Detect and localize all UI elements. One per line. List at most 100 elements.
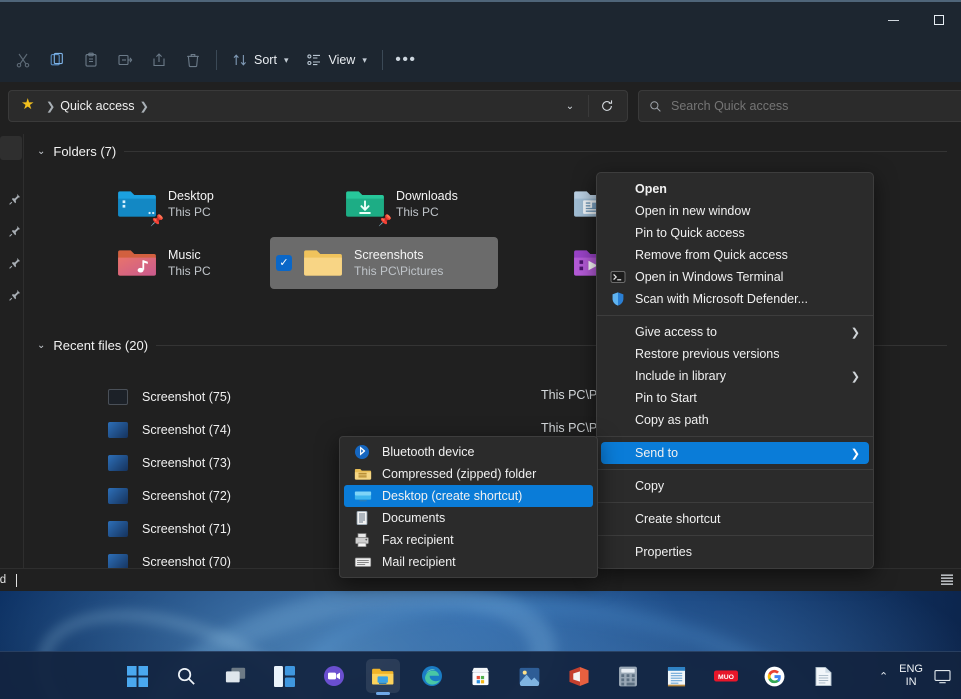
share-button[interactable] <box>142 44 176 76</box>
menu-item-properties[interactable]: Properties <box>601 541 869 563</box>
file-explorer-button[interactable] <box>366 659 400 693</box>
file-path: This PC\P <box>541 388 597 402</box>
folder-item-desktop[interactable]: Desktop This PC 📌 <box>84 178 296 230</box>
navigation-pane[interactable] <box>0 134 24 568</box>
submenu-item-compressed-zipped-folder[interactable]: Compressed (zipped) folder <box>344 463 593 485</box>
menu-item-include-in-library[interactable]: Include in library ❯ <box>601 365 869 387</box>
muo-button[interactable]: MUO <box>709 659 743 693</box>
bluetooth-icon <box>354 444 372 460</box>
menu-item-label: Open in new window <box>635 204 750 218</box>
sort-button[interactable]: Sort ▾ <box>223 44 297 76</box>
menu-item-label: Properties <box>635 545 692 559</box>
microsoft-store-button[interactable] <box>464 659 498 693</box>
office-button[interactable] <box>562 659 596 693</box>
nav-pin-icon-1[interactable] <box>8 192 22 206</box>
language-indicator[interactable]: ENG IN <box>899 663 923 689</box>
folder-name: Downloads <box>396 188 458 204</box>
music-folder-icon <box>115 245 159 281</box>
menu-item-open-in-new-window[interactable]: Open in new window <box>601 200 869 222</box>
list-item[interactable]: Screenshot (71) <box>108 514 231 544</box>
terminal-icon <box>610 269 626 285</box>
active-indicator <box>376 692 390 695</box>
chevron-down-icon[interactable]: ⌄ <box>37 340 45 351</box>
view-button[interactable]: View ▾ <box>297 44 375 76</box>
menu-item-copy[interactable]: Copy <box>601 475 869 497</box>
menu-item-copy-as-path[interactable]: Copy as path <box>601 409 869 431</box>
list-item[interactable]: Screenshot (73) <box>108 448 231 478</box>
recent-files-group-title: Recent files (20) <box>53 338 148 353</box>
menu-item-open[interactable]: Open <box>601 178 869 200</box>
toolbar-divider <box>216 50 217 70</box>
rename-button[interactable] <box>108 44 142 76</box>
desktop-icon <box>354 488 372 504</box>
list-item[interactable]: Screenshot (72) <box>108 481 231 511</box>
language-primary: ENG <box>899 663 923 676</box>
document-button[interactable] <box>807 659 841 693</box>
breadcrumb-quick-access[interactable]: Quick access <box>60 99 134 113</box>
calculator-button[interactable] <box>611 659 645 693</box>
delete-button[interactable] <box>176 44 210 76</box>
show-hidden-icons-button[interactable]: ⌃ <box>879 670 888 683</box>
paste-button[interactable] <box>74 44 108 76</box>
notepad-button[interactable] <box>660 659 694 693</box>
submenu-item-mail-recipient[interactable]: Mail recipient <box>344 551 593 573</box>
widgets-button[interactable] <box>268 659 302 693</box>
start-button[interactable] <box>121 659 155 693</box>
display-icon[interactable] <box>934 669 951 684</box>
menu-item-restore-previous-versions[interactable]: Restore previous versions <box>601 343 869 365</box>
task-view-button[interactable] <box>219 659 253 693</box>
photos-button[interactable] <box>513 659 547 693</box>
menu-item-give-access-to[interactable]: Give access to ❯ <box>601 321 869 343</box>
nav-pin-icon-2[interactable] <box>8 224 22 238</box>
chat-button[interactable] <box>317 659 351 693</box>
chevron-down-icon[interactable]: ⌄ <box>37 146 45 157</box>
folder-checkbox[interactable]: ✓ <box>276 255 292 271</box>
title-bar[interactable] <box>0 0 961 38</box>
sort-label: Sort <box>254 53 277 67</box>
submenu-item-desktop-create-shortcut[interactable]: Desktop (create shortcut) <box>344 485 593 507</box>
maximize-button[interactable] <box>916 2 961 38</box>
menu-item-send-to[interactable]: Send to ❯ <box>601 442 869 464</box>
rename-icon <box>117 52 133 68</box>
menu-item-pin-to-quick-access[interactable]: Pin to Quick access <box>601 222 869 244</box>
nav-selected-item[interactable] <box>0 136 22 160</box>
address-bar[interactable]: ★ ❯ Quick access ❯ ⌄ <box>8 90 628 122</box>
menu-item-scan-with-defender[interactable]: Scan with Microsoft Defender... <box>601 288 869 310</box>
submenu-item-fax-recipient[interactable]: Fax recipient <box>344 529 593 551</box>
list-item[interactable]: Screenshot (70) <box>108 547 231 568</box>
image-thumb-icon <box>108 422 128 438</box>
menu-item-create-shortcut[interactable]: Create shortcut <box>601 508 869 530</box>
previous-locations-button[interactable]: ⌄ <box>556 93 584 119</box>
ellipsis-icon: ••• <box>395 55 416 65</box>
chevron-down-icon: ▾ <box>284 55 289 66</box>
submenu-item-bluetooth-device[interactable]: Bluetooth device <box>344 441 593 463</box>
submenu-item-documents[interactable]: Documents <box>344 507 593 529</box>
menu-item-pin-to-start[interactable]: Pin to Start <box>601 387 869 409</box>
zip-folder-icon <box>354 466 372 482</box>
folders-group-header[interactable]: ⌄ Folders (7) <box>24 134 961 168</box>
edge-button[interactable] <box>415 659 449 693</box>
cut-button[interactable] <box>6 44 40 76</box>
see-more-button[interactable]: ••• <box>389 44 423 76</box>
details-view-button[interactable] <box>939 572 955 593</box>
minimize-button[interactable] <box>871 2 916 38</box>
breadcrumb-separator[interactable]: ❯ <box>140 100 149 113</box>
menu-item-remove-from-quick-access[interactable]: Remove from Quick access <box>601 244 869 266</box>
folder-item-screenshots[interactable]: ✓ Screenshots This PC\Pictures <box>270 237 498 289</box>
search-button[interactable] <box>170 659 204 693</box>
menu-item-open-in-windows-terminal[interactable]: Open in Windows Terminal <box>601 266 869 288</box>
search-input[interactable] <box>671 99 931 113</box>
widgets-icon <box>274 666 295 687</box>
refresh-button[interactable] <box>593 93 621 119</box>
folder-item-music[interactable]: Music This PC <box>84 237 296 289</box>
list-item[interactable]: Screenshot (75) <box>108 382 231 412</box>
nav-pin-icon-3[interactable] <box>8 256 22 270</box>
copy-button[interactable] <box>40 44 74 76</box>
google-chrome-button[interactable] <box>758 659 792 693</box>
list-item[interactable]: Screenshot (74) <box>108 415 231 445</box>
folder-item-downloads[interactable]: Downloads This PC 📌 <box>312 178 524 230</box>
search-box[interactable] <box>638 90 961 122</box>
folder-icon <box>301 245 345 281</box>
nav-pin-icon-4[interactable] <box>8 288 22 302</box>
task-view-icon <box>225 666 247 686</box>
